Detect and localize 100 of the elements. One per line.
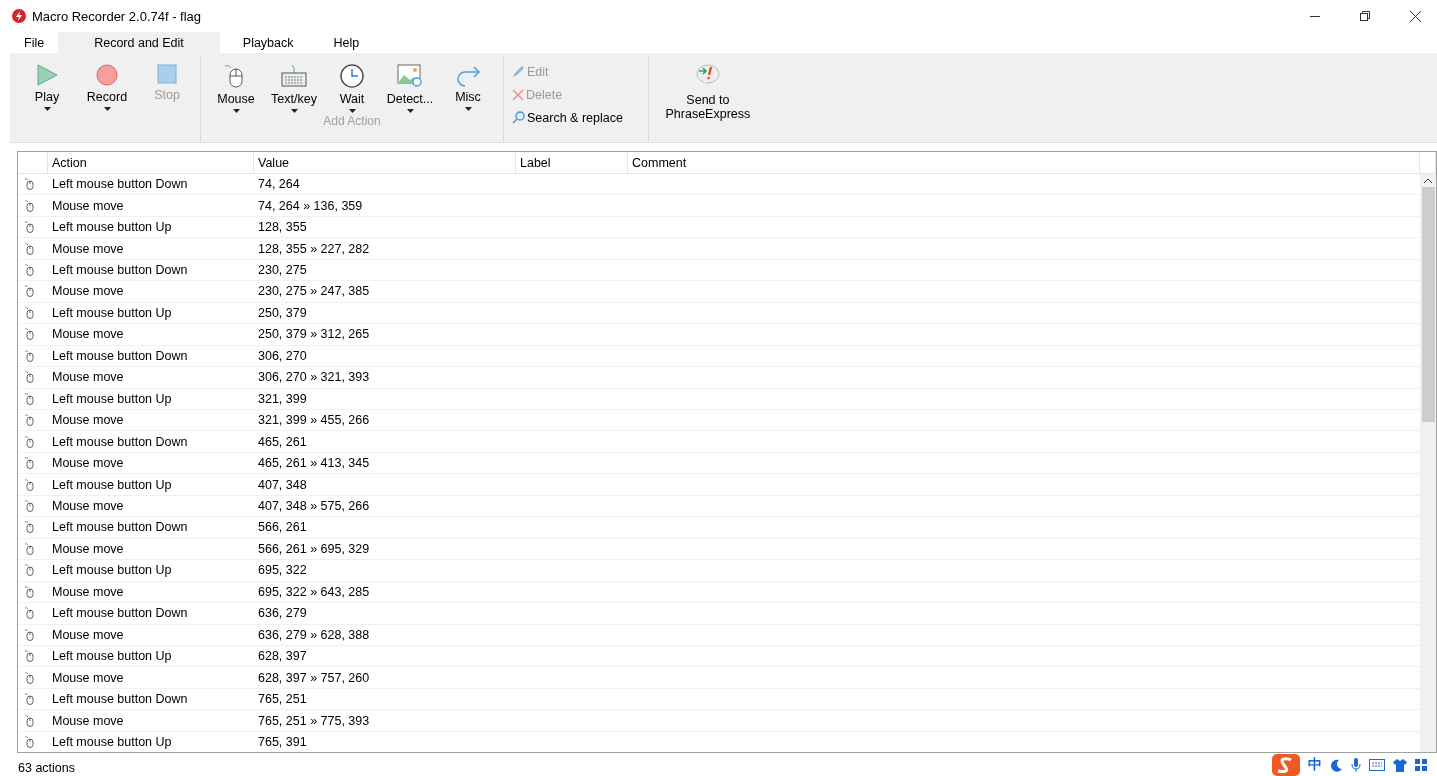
mouse-icon bbox=[25, 650, 34, 663]
caret-icon bbox=[406, 109, 414, 113]
scrollbar[interactable] bbox=[1420, 174, 1436, 752]
redo-arrow-icon bbox=[454, 63, 482, 87]
table-cell-text: Left mouse button Down bbox=[51, 520, 189, 535]
mouse-icon bbox=[25, 221, 34, 234]
mouse-icon bbox=[25, 585, 34, 598]
moon-icon bbox=[1330, 758, 1343, 772]
column-header[interactable]: Value bbox=[254, 152, 516, 173]
table-cell-text: Mouse move bbox=[51, 627, 125, 642]
table-cell-text: 321, 399 » 455, 266 bbox=[257, 413, 371, 428]
ribbon-button[interactable]: Misc bbox=[441, 57, 495, 113]
record-icon bbox=[95, 63, 119, 87]
mouse-icon bbox=[25, 285, 34, 298]
table-cell-text: 74, 264 » 136, 359 bbox=[257, 198, 364, 213]
mouse-icon bbox=[25, 671, 34, 684]
keyboard-icon bbox=[1369, 759, 1385, 771]
table-cell-text: Left mouse button Up bbox=[51, 477, 173, 492]
table-cell-text: 407, 348 bbox=[257, 477, 308, 492]
table-cell-text: 306, 270 bbox=[257, 348, 308, 363]
table-cell-text: Left mouse button Up bbox=[51, 305, 173, 320]
search-icon bbox=[512, 111, 525, 124]
caret-icon bbox=[290, 109, 298, 113]
mouse-icon bbox=[25, 521, 34, 534]
table-cell-text: 321, 399 bbox=[257, 391, 308, 406]
table-cell-text: 465, 261 » 413, 345 bbox=[257, 456, 371, 471]
app-logo-icon bbox=[12, 9, 26, 23]
mouse-icon bbox=[25, 242, 34, 255]
send-button[interactable]: Send to PhraseExpress bbox=[662, 57, 753, 142]
caret-icon bbox=[464, 107, 472, 111]
mouse-icon bbox=[25, 178, 34, 191]
close-icon bbox=[512, 88, 524, 101]
group-caption: Add Action bbox=[323, 114, 381, 128]
table-cell-text: 306, 270 » 321, 393 bbox=[257, 370, 371, 385]
table-cell-text: 636, 279 » 628, 388 bbox=[257, 627, 371, 642]
scroll-up-icon[interactable] bbox=[1424, 178, 1432, 183]
ribbon-button[interactable]: Mouse bbox=[209, 57, 263, 113]
table-cell-text: 695, 322 bbox=[257, 563, 308, 578]
table-cell-text: Mouse move bbox=[51, 456, 125, 471]
mouse-icon bbox=[25, 371, 34, 384]
table-cell-text: Mouse move bbox=[51, 584, 125, 599]
status-text: 63 actions bbox=[18, 761, 75, 776]
shirt-icon bbox=[1393, 758, 1407, 772]
table-cell-text: Mouse move bbox=[51, 713, 125, 728]
mouse-icon bbox=[25, 457, 34, 470]
table-cell-text: 636, 279 bbox=[257, 606, 308, 621]
mouse-icon bbox=[25, 542, 34, 555]
ribbon-button[interactable]: Text/key bbox=[267, 57, 321, 113]
mouse-icon bbox=[25, 693, 34, 706]
mouse-icon bbox=[25, 628, 34, 641]
table-cell-text: Mouse move bbox=[51, 670, 125, 685]
microphone-icon bbox=[1351, 758, 1361, 772]
ribbon-button[interactable]: Play bbox=[22, 57, 72, 111]
ribbon-button[interactable]: Record bbox=[82, 57, 132, 111]
mouse-icon bbox=[25, 306, 34, 319]
table-cell-text: 765, 251 bbox=[257, 692, 308, 707]
table-cell-text: Left mouse button Down bbox=[51, 606, 189, 621]
table-cell-text: 407, 348 » 575, 266 bbox=[257, 499, 371, 513]
stop-icon bbox=[156, 63, 178, 85]
mouse-icon bbox=[25, 500, 34, 512]
table-cell-text: Left mouse button Down bbox=[51, 177, 189, 192]
table-cell-text: Mouse move bbox=[51, 198, 125, 213]
ribbon-button[interactable]: Search & replace bbox=[512, 107, 623, 128]
caret-icon bbox=[103, 107, 111, 111]
clock-icon bbox=[339, 63, 365, 89]
restore-icon bbox=[1360, 11, 1370, 21]
table-cell-text: Left mouse button Down bbox=[51, 692, 189, 707]
close-icon bbox=[1409, 10, 1421, 22]
column-header[interactable]: Label bbox=[516, 152, 628, 173]
mouse-icon bbox=[25, 435, 34, 448]
grid-icon bbox=[1415, 759, 1427, 771]
table-cell-text: Left mouse button Up bbox=[51, 649, 173, 664]
mouse-icon bbox=[25, 264, 34, 277]
table-cell-text: Left mouse button Down bbox=[51, 348, 189, 363]
table-cell-text: Left mouse button Up bbox=[51, 735, 173, 749]
column-header[interactable]: Comment bbox=[628, 152, 1420, 173]
table-cell-text: Left mouse button Up bbox=[51, 220, 173, 235]
play-icon bbox=[35, 63, 59, 87]
caret-icon bbox=[43, 107, 51, 111]
table-cell-text: 566, 261 » 695, 329 bbox=[257, 541, 371, 556]
mouse-icon bbox=[25, 736, 34, 748]
table-cell-text: Left mouse button Up bbox=[51, 563, 173, 578]
column-header[interactable]: Action bbox=[48, 152, 254, 173]
mouse-icon bbox=[25, 607, 34, 620]
mouse-icon bbox=[25, 564, 34, 577]
table-cell-text: 250, 379 bbox=[257, 305, 308, 320]
table-cell-text: 695, 322 » 643, 285 bbox=[257, 584, 371, 599]
pencil-icon bbox=[512, 65, 525, 78]
table-cell-text: 465, 261 bbox=[257, 434, 308, 449]
table-cell-text: 74, 264 bbox=[257, 177, 301, 192]
table-cell-text: Mouse move bbox=[51, 541, 125, 556]
ribbon-button[interactable]: Wait bbox=[325, 57, 379, 113]
caret-icon bbox=[232, 109, 240, 113]
table-cell-text: 566, 261 bbox=[257, 520, 308, 535]
table-cell-text: Mouse move bbox=[51, 413, 125, 428]
table-cell-text: Left mouse button Up bbox=[51, 391, 173, 406]
mouse-icon bbox=[25, 714, 34, 727]
menu-tab[interactable]: Record and Edit bbox=[58, 32, 220, 53]
ribbon-button[interactable]: Detect... bbox=[383, 57, 437, 113]
table-cell-text: Left mouse button Down bbox=[51, 263, 189, 278]
